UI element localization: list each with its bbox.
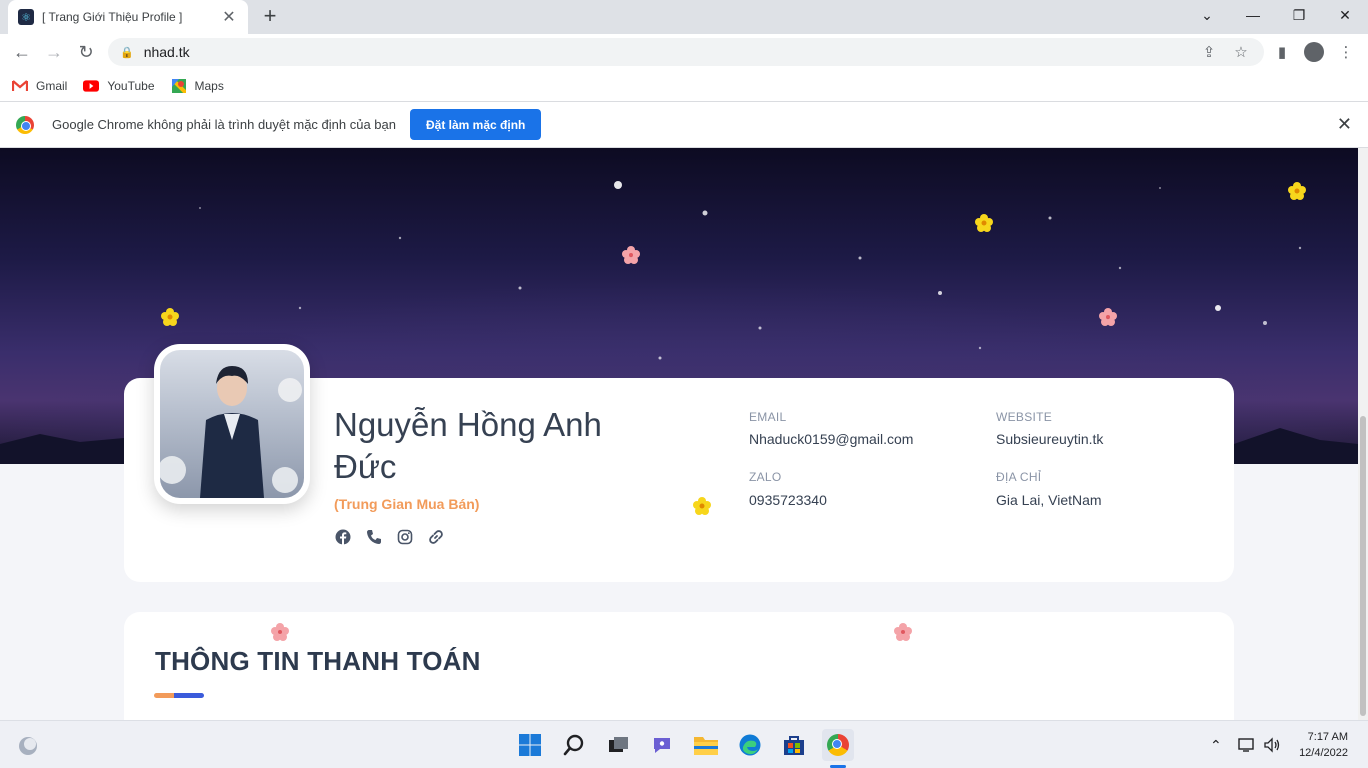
microsoft-store-icon[interactable] (778, 729, 810, 761)
bookmark-maps[interactable]: Maps (171, 78, 224, 93)
network-icon[interactable] (1238, 721, 1256, 768)
pink-flower-icon (622, 246, 640, 264)
tab-strip: ⚛ [ Trang Giới Thiệu Profile ] ✕ + ⌄ — ❐… (0, 0, 1368, 34)
forward-arrow-icon[interactable]: → (40, 38, 68, 66)
page-scrollbar[interactable] (1358, 148, 1368, 720)
chrome-logo-icon (827, 734, 849, 756)
profile-name: Nguyễn Hồng Anh Đức (334, 406, 602, 485)
phone-icon[interactable] (365, 528, 383, 546)
react-favicon-icon: ⚛ (18, 9, 34, 25)
website-label: WEBSITE (996, 410, 1053, 424)
pink-flower-icon (271, 623, 289, 641)
browser-tab[interactable]: ⚛ [ Trang Giới Thiệu Profile ] ✕ (8, 0, 248, 34)
bookmarks-bar: Gmail YouTube Maps (0, 70, 1368, 102)
browser-toolbar: ← → ↻ 🔒 nhad.tk ⇪ ☆ ▮ ⋮ (0, 34, 1368, 70)
windows-taskbar: ⌃ 7:17 AM 12/4/2022 (0, 720, 1368, 768)
bookmark-label: Maps (194, 78, 224, 93)
infobar-message: Google Chrome không phải là trình duyệt … (52, 117, 396, 132)
menu-kebab-icon[interactable]: ⋮ (1332, 38, 1360, 66)
bookmark-youtube[interactable]: YouTube (83, 78, 155, 93)
url-text: nhad.tk (143, 44, 190, 60)
search-icon[interactable] (558, 729, 590, 761)
payment-section-title: THÔNG TIN THANH TOÁN (155, 646, 481, 676)
chrome-taskbar-icon[interactable] (822, 729, 854, 761)
bookmark-label: YouTube (107, 78, 155, 93)
set-default-button[interactable]: Đặt làm mặc định (410, 109, 542, 140)
yellow-flower-icon (161, 308, 179, 326)
file-explorer-icon[interactable] (690, 729, 722, 761)
facebook-icon[interactable] (334, 528, 352, 546)
pink-flower-icon (894, 623, 912, 641)
zalo-label: ZALO (749, 470, 782, 484)
scrollbar-thumb[interactable] (1360, 416, 1366, 716)
bookmark-star-icon[interactable]: ☆ (1230, 38, 1252, 66)
edge-browser-icon[interactable] (734, 729, 766, 761)
show-hidden-icons-chevron-up-icon[interactable]: ⌃ (1210, 721, 1222, 768)
gmail-icon (12, 79, 28, 93)
page-viewport: Nguyễn Hồng Anh Đức (Trung Gian Mua Bán)… (0, 148, 1368, 720)
yellow-flower-icon (1288, 182, 1306, 200)
instagram-icon[interactable] (396, 528, 414, 546)
default-browser-infobar: Google Chrome không phải là trình duyệt … (0, 102, 1368, 148)
profile-role: (Trung Gian Mua Bán) (334, 496, 480, 512)
bookmark-gmail[interactable]: Gmail (12, 79, 67, 93)
volume-icon[interactable] (1263, 721, 1281, 768)
avatar (154, 344, 310, 504)
zalo-value: 0935723340 (749, 492, 827, 508)
bookmark-label: Gmail (36, 78, 68, 93)
tab-title: [ Trang Giới Thiệu Profile ] (42, 10, 183, 24)
yellow-flower-icon (693, 497, 711, 515)
side-panel-icon[interactable]: ▮ (1268, 38, 1296, 66)
weather-widget-icon[interactable] (12, 729, 44, 761)
profile-avatar-icon[interactable] (1300, 38, 1328, 66)
youtube-icon (83, 79, 100, 93)
new-tab-button[interactable]: + (258, 3, 282, 28)
infobar-close-icon[interactable]: ✕ (1337, 114, 1352, 135)
share-icon[interactable]: ⇪ (1198, 38, 1220, 66)
reload-icon[interactable]: ↻ (72, 38, 100, 66)
tab-close-icon[interactable]: ✕ (220, 7, 238, 27)
minimize-button[interactable]: — (1230, 0, 1276, 30)
title-underline-decoration (154, 693, 204, 698)
task-view-icon[interactable] (602, 729, 634, 761)
social-links (334, 528, 445, 546)
link-icon[interactable] (427, 528, 445, 546)
maps-icon (171, 78, 187, 93)
pink-flower-icon (1099, 308, 1117, 326)
profile-photo (160, 350, 304, 498)
back-arrow-icon[interactable]: ← (8, 38, 36, 66)
tab-search-chevron-down-icon[interactable]: ⌄ (1184, 0, 1230, 30)
email-value: Nhaduck0159@gmail.com (749, 431, 914, 447)
chrome-logo-icon (16, 115, 34, 134)
email-label: EMAIL (749, 410, 787, 424)
address-label: ĐỊA CHỈ (996, 470, 1042, 484)
website-value: Subsieureuytin.tk (996, 431, 1104, 447)
close-window-button[interactable]: ✕ (1322, 0, 1368, 30)
clock-date: 12/4/2022 (1299, 747, 1348, 759)
lock-icon[interactable]: 🔒 (120, 46, 134, 59)
system-clock[interactable]: 7:17 AM 12/4/2022 (1299, 729, 1348, 761)
clock-time: 7:17 AM (1307, 731, 1348, 743)
address-value: Gia Lai, VietNam (996, 492, 1102, 508)
restore-button[interactable]: ❐ (1276, 0, 1322, 30)
start-windows-icon[interactable] (514, 729, 546, 761)
chat-icon[interactable] (646, 729, 678, 761)
yellow-flower-icon (975, 214, 993, 232)
address-bar[interactable]: 🔒 nhad.tk (108, 38, 1264, 66)
